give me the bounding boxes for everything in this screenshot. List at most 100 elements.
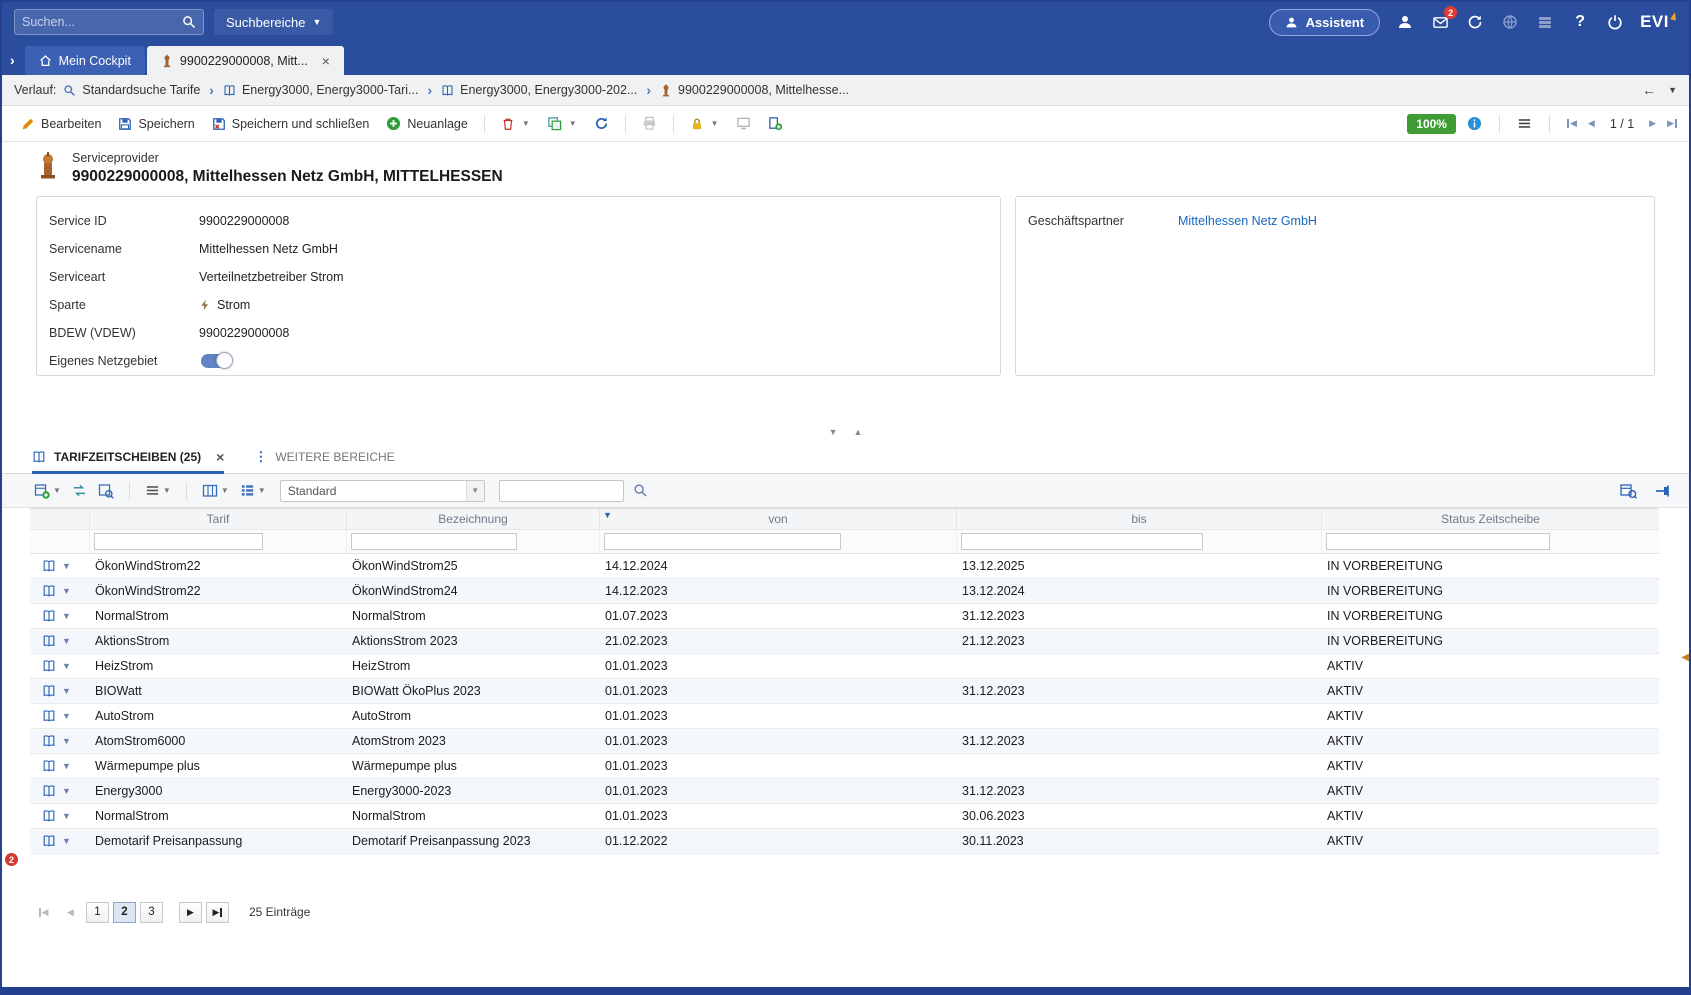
- tab-mein-cockpit[interactable]: Mein Cockpit: [25, 46, 145, 75]
- search-areas-button[interactable]: Suchbereiche ▼: [214, 9, 333, 35]
- copy-button[interactable]: ▼: [540, 112, 584, 135]
- header-cell-von[interactable]: ▼ von: [600, 509, 957, 529]
- header-cell-bis[interactable]: bis: [957, 509, 1322, 529]
- row-menu-icon[interactable]: ▼: [62, 561, 71, 571]
- global-search[interactable]: [14, 9, 204, 35]
- book-icon[interactable]: [42, 684, 56, 698]
- help-icon[interactable]: ?: [1570, 12, 1590, 32]
- chevron-down-icon[interactable]: ▼: [163, 486, 171, 495]
- tab-weitere-bereiche[interactable]: ⋮ WEITERE BEREICHE: [254, 440, 394, 473]
- page-2-button[interactable]: 2: [113, 902, 136, 923]
- save-button[interactable]: Speichern: [111, 113, 201, 135]
- header-cell-bezeichnung[interactable]: Bezeichnung: [347, 509, 600, 529]
- transfer-button[interactable]: [70, 480, 89, 501]
- book-icon[interactable]: [42, 809, 56, 823]
- filter-input-status[interactable]: [1326, 533, 1550, 550]
- breadcrumb-item-zeitscheibe[interactable]: Energy3000, Energy3000-202...: [441, 83, 637, 97]
- filter-input-tarif[interactable]: [94, 533, 263, 550]
- delete-button[interactable]: ▼: [494, 113, 537, 135]
- lock-button[interactable]: ▼: [683, 113, 726, 135]
- search-input[interactable]: [22, 15, 182, 29]
- notification-badge[interactable]: 2: [4, 852, 19, 867]
- row-menu-icon[interactable]: ▼: [62, 836, 71, 846]
- chevron-down-icon[interactable]: ▼: [1668, 86, 1677, 95]
- page-1-button[interactable]: 1: [86, 902, 109, 923]
- header-cell-tarif[interactable]: Tarif: [90, 509, 347, 529]
- row-menu-icon[interactable]: ▼: [62, 811, 71, 821]
- chevron-down-icon[interactable]: ▼: [466, 481, 484, 501]
- view-mode-button[interactable]: ▼: [238, 480, 268, 501]
- row-menu-icon[interactable]: ▼: [62, 736, 71, 746]
- table-row[interactable]: ▼ NormalStrom NormalStrom 01.07.2023 31.…: [30, 604, 1659, 629]
- table-row[interactable]: ▼ ÖkonWindStrom22 ÖkonWindStrom24 14.12.…: [30, 579, 1659, 604]
- table-row[interactable]: ▼ ÖkonWindStrom22 ÖkonWindStrom25 14.12.…: [30, 554, 1659, 579]
- header-cell-status[interactable]: Status Zeitscheibe: [1322, 509, 1659, 529]
- back-arrow-icon[interactable]: ←: [1642, 82, 1656, 98]
- first-page-button[interactable]: ◀: [32, 902, 55, 923]
- table-row[interactable]: ▼ NormalStrom NormalStrom 01.01.2023 30.…: [30, 804, 1659, 829]
- row-menu-icon[interactable]: ▼: [62, 611, 71, 621]
- book-icon[interactable]: [42, 584, 56, 598]
- page-3-button[interactable]: 3: [140, 902, 163, 923]
- info-icon[interactable]: [1467, 116, 1482, 131]
- breadcrumb-item-search[interactable]: Standardsuche Tarife: [63, 83, 200, 97]
- table-row[interactable]: ▼ Energy3000 Energy3000-2023 01.01.2023 …: [30, 779, 1659, 804]
- next-page-button[interactable]: ▶: [179, 902, 202, 923]
- pin-panel-button[interactable]: [1653, 480, 1673, 502]
- assistant-button[interactable]: Assistent: [1269, 9, 1381, 36]
- book-icon[interactable]: [42, 659, 56, 673]
- table-row[interactable]: ▼ AtomStrom6000 AtomStrom 2023 01.01.202…: [30, 729, 1659, 754]
- book-icon[interactable]: [42, 609, 56, 623]
- zoom-badge[interactable]: 100%: [1407, 114, 1456, 134]
- table-row[interactable]: ▼ BIOWatt BIOWatt ÖkoPlus 2023 01.01.202…: [30, 679, 1659, 704]
- book-icon[interactable]: [42, 559, 56, 573]
- row-menu-icon[interactable]: ▼: [62, 661, 71, 671]
- sidebar-expander-icon[interactable]: ›: [10, 52, 15, 68]
- table-search-button[interactable]: [96, 480, 116, 502]
- business-partner-link[interactable]: Mittelhessen Netz GmbH: [1178, 214, 1317, 228]
- menu-icon[interactable]: [1517, 116, 1532, 131]
- collapse-down-icon[interactable]: ▼: [829, 427, 838, 437]
- chevron-down-icon[interactable]: ▼: [258, 486, 266, 495]
- last-page-button[interactable]: ▶: [206, 902, 229, 923]
- add-row-button[interactable]: ▼: [32, 480, 63, 502]
- own-grid-area-toggle[interactable]: [201, 354, 231, 368]
- mail-icon[interactable]: 2: [1430, 12, 1450, 32]
- table-row[interactable]: ▼ AutoStrom AutoStrom 01.01.2023 AKTIV: [30, 704, 1659, 729]
- chevron-down-icon[interactable]: ▼: [711, 119, 719, 128]
- search-icon[interactable]: [182, 15, 196, 29]
- view-selector[interactable]: Standard ▼: [280, 480, 485, 502]
- tab-close-icon[interactable]: ×: [216, 450, 224, 464]
- filter-input-bis[interactable]: [961, 533, 1203, 550]
- next-record-icon[interactable]: ▶: [1649, 118, 1656, 129]
- quick-filter-input[interactable]: [499, 480, 624, 502]
- row-menu-icon[interactable]: ▼: [62, 711, 71, 721]
- row-menu-icon[interactable]: ▼: [62, 636, 71, 646]
- table-row[interactable]: ▼ AktionsStrom AktionsStrom 2023 21.02.2…: [30, 629, 1659, 654]
- new-button[interactable]: Neuanlage: [379, 112, 474, 135]
- breadcrumb-item-tarif[interactable]: Energy3000, Energy3000-Tari...: [223, 83, 419, 97]
- user-icon[interactable]: [1395, 12, 1415, 32]
- table-row[interactable]: ▼ HeizStrom HeizStrom 01.01.2023 AKTIV: [30, 654, 1659, 679]
- prev-record-icon[interactable]: ◀: [1588, 118, 1595, 129]
- table-row[interactable]: ▼ Wärmepumpe plus Wärmepumpe plus 01.01.…: [30, 754, 1659, 779]
- row-menu-icon[interactable]: ▼: [62, 761, 71, 771]
- chevron-down-icon[interactable]: ▼: [569, 119, 577, 128]
- book-icon[interactable]: [42, 734, 56, 748]
- filter-input-bezeichnung[interactable]: [351, 533, 517, 550]
- expand-search-button[interactable]: [1618, 480, 1639, 502]
- first-record-icon[interactable]: ◀: [1567, 118, 1577, 129]
- breadcrumb-item-serviceprovider[interactable]: 9900229000008, Mittelhesse...: [660, 83, 849, 97]
- book-icon[interactable]: [42, 709, 56, 723]
- book-icon[interactable]: [42, 784, 56, 798]
- power-icon[interactable]: [1605, 12, 1625, 32]
- prev-page-button[interactable]: ◀: [59, 902, 82, 923]
- refresh-button[interactable]: [587, 112, 616, 135]
- export-button[interactable]: [761, 112, 790, 135]
- book-icon[interactable]: [42, 834, 56, 848]
- book-icon[interactable]: [42, 634, 56, 648]
- menu-button[interactable]: ▼: [143, 480, 173, 501]
- row-menu-icon[interactable]: ▼: [62, 786, 71, 796]
- table-row[interactable]: ▼ Demotarif Preisanpassung Demotarif Pre…: [30, 829, 1659, 854]
- chevron-down-icon[interactable]: ▼: [221, 486, 229, 495]
